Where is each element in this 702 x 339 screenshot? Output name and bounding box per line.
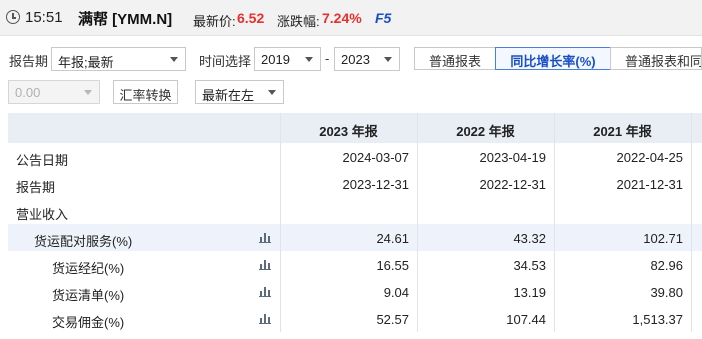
column-order-value: 最新在左 [202, 88, 255, 103]
change-percent-value: 7.24% [322, 10, 362, 26]
row-name: 营业收入 [16, 207, 69, 222]
chevron-down-icon [384, 57, 392, 62]
report-period-value: 年报;最新 [58, 55, 114, 70]
clock-icon [6, 10, 20, 24]
stock-name: 满帮 [YMM.N] [78, 11, 173, 28]
table-row: 营业收入 [8, 197, 702, 224]
cell-value: 39.80 [650, 285, 683, 300]
cell-value: 2022-04-25 [616, 150, 684, 165]
bar-chart-icon[interactable] [259, 286, 271, 297]
rate-select: 0.00 [8, 80, 100, 104]
table-row: 货运配对服务(%) 24.61 43.32 102.71 [8, 224, 702, 251]
cell-value: 24.61 [376, 231, 409, 246]
column-header-2021[interactable]: 2021 年报 [554, 113, 691, 143]
bar-chart-icon[interactable] [259, 232, 271, 243]
table-row: 报告期 2023-12-31 2022-12-31 2021-12-31 [8, 170, 702, 197]
table-row: 货运清单(%) 9.04 13.19 39.80 [8, 278, 702, 305]
cell-value: 13.19 [513, 285, 546, 300]
column-header-2022[interactable]: 2022 年报 [417, 113, 554, 143]
cell-value: 107.44 [506, 312, 546, 327]
table-header-row: 2023 年报 2022 年报 2021 年报 [8, 113, 702, 143]
report-period-label: 报告期 [9, 54, 49, 69]
current-time: 15:51 [25, 9, 63, 26]
row-name: 公告日期 [16, 153, 69, 168]
cell-value: 1,513.37 [632, 312, 683, 327]
change-percent-label: 涨跌幅: [277, 14, 320, 29]
year-from-select[interactable]: 2019 [254, 47, 321, 71]
cell-value: 34.53 [513, 258, 546, 273]
tab-normal-and-yoy[interactable]: 普通报表和同 [610, 47, 702, 70]
range-dash: - [325, 51, 330, 66]
cell-value: 52.57 [376, 312, 409, 327]
table-row: 货运经纪(%) 16.55 34.53 82.96 [8, 251, 702, 278]
chevron-down-icon [170, 57, 178, 62]
cell-value: 43.32 [513, 231, 546, 246]
cell-value: 102.71 [643, 231, 683, 246]
fx-convert-button[interactable]: 汇率转换 [113, 80, 178, 104]
table-row: 交易佣金(%) 52.57 107.44 1,513.37 [8, 305, 702, 332]
cell-value: 2023-04-19 [479, 150, 547, 165]
tab-yoy-growth[interactable]: 同比增长率(%) [495, 47, 611, 70]
cell-value: 2022-12-31 [479, 177, 547, 192]
cell-value: 2021-12-31 [616, 177, 684, 192]
cell-value: 2024-03-07 [342, 150, 410, 165]
column-header-2023[interactable]: 2023 年报 [280, 113, 417, 143]
chevron-down-icon [268, 90, 276, 95]
cell-value: 82.96 [650, 258, 683, 273]
rate-value: 0.00 [15, 85, 41, 100]
row-name: 货运清单(%) [52, 288, 125, 303]
latest-price-value: 6.52 [237, 10, 265, 26]
chevron-down-icon [84, 90, 92, 95]
year-from-value: 2019 [261, 52, 290, 67]
row-name: 报告期 [16, 180, 56, 195]
cell-value: 9.04 [383, 285, 409, 300]
table-row: 公告日期 2024-03-07 2023-04-19 2022-04-25 [8, 143, 702, 170]
bar-chart-icon[interactable] [259, 259, 271, 270]
year-to-value: 2023 [341, 52, 370, 67]
bar-chart-icon[interactable] [259, 313, 271, 324]
time-select-label: 时间选择 [199, 54, 252, 69]
row-name: 交易佣金(%) [52, 315, 125, 330]
row-name: 货运配对服务(%) [34, 234, 133, 249]
column-order-select[interactable]: 最新在左 [195, 80, 284, 104]
f5-refresh-link[interactable]: F5 [375, 10, 391, 26]
latest-price-label: 最新价: [193, 14, 236, 29]
quote-header-bar: 15:51 满帮 [YMM.N] 最新价: 6.52 涨跌幅: 7.24% F5 [0, 0, 702, 36]
report-period-select[interactable]: 年报;最新 [51, 47, 186, 71]
chevron-down-icon [305, 57, 313, 62]
row-name: 货运经纪(%) [52, 261, 125, 276]
header-blank-cell [8, 113, 280, 143]
tab-normal-report[interactable]: 普通报表 [414, 47, 496, 70]
cell-value: 2023-12-31 [342, 177, 410, 192]
year-to-select[interactable]: 2023 [334, 47, 400, 71]
cell-value: 16.55 [376, 258, 409, 273]
